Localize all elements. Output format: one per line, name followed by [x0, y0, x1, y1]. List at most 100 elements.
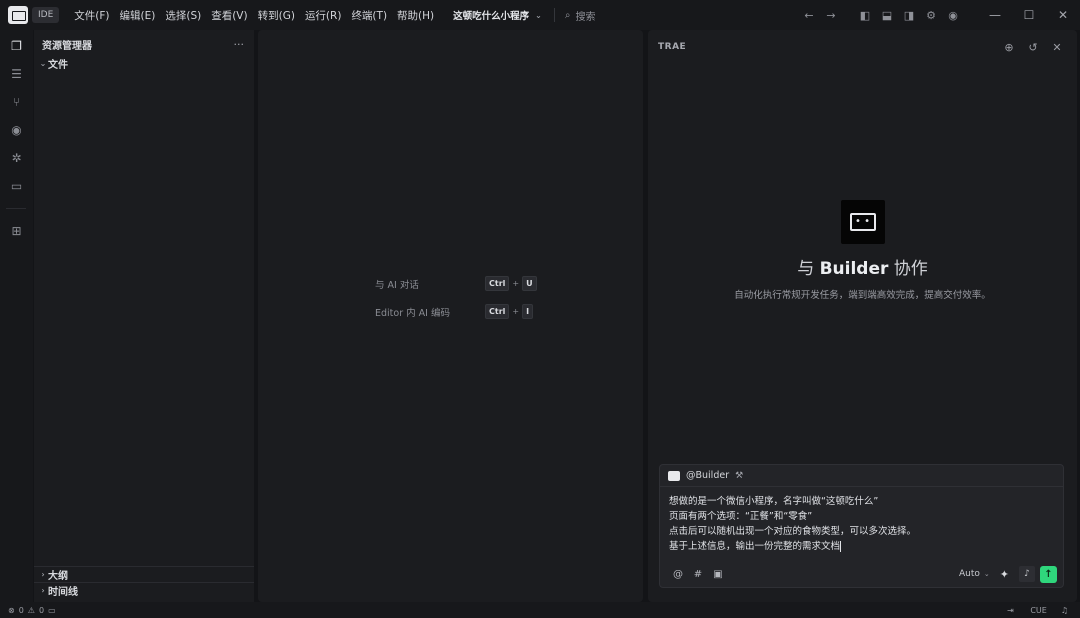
explorer-title: 资源管理器	[42, 40, 92, 52]
warning-count: 0	[38, 605, 45, 615]
folder-root[interactable]: ⌄ 文件	[34, 54, 254, 72]
text-caret	[840, 541, 842, 552]
extensions-icon[interactable]: ⊞	[0, 217, 33, 245]
folder-label: 文件	[48, 59, 68, 71]
toggle-panel-icon[interactable]: ⬓	[876, 9, 898, 22]
section-outline[interactable]: › 大纲	[34, 566, 254, 582]
toggle-sidebar-icon[interactable]: ◧	[854, 9, 876, 22]
hero-subtitle: 自动化执行常规开发任务，端到端高效完成，提高交付效率。	[734, 290, 991, 301]
hero-name: Builder	[819, 259, 889, 279]
activity-bar: ❐ ☰ ⑂ ◉ ✲ ▭ ⊞	[0, 30, 33, 602]
menu-selection[interactable]: 选择(S)	[160, 8, 206, 23]
arrow-back-icon[interactable]: ←	[798, 9, 820, 22]
key-u: U	[522, 276, 537, 291]
hero-prefix: 与	[797, 259, 815, 279]
close-icon[interactable]: ✕	[1046, 8, 1080, 22]
plus-sign: +	[512, 279, 520, 288]
menu-view[interactable]: 查看(V)	[206, 8, 252, 23]
minimize-icon[interactable]: —	[978, 8, 1012, 22]
chevron-right-icon: ›	[41, 586, 45, 595]
chat-input-toolbar: @ # ▣ Auto ⌄ ✦ ♪ ↑	[660, 561, 1065, 587]
arrow-forward-icon[interactable]: →	[820, 9, 842, 22]
project-name: 这顿吃什么小程序	[453, 11, 530, 22]
bug-icon[interactable]: ✲	[0, 144, 33, 172]
input-actions: @ # ▣	[668, 569, 728, 580]
message-line: 页面有两个选项：“正餐”和“零食”	[669, 511, 813, 522]
image-icon[interactable]: ▣	[708, 569, 728, 580]
menu-edit[interactable]: 编辑(E)	[115, 8, 161, 23]
account-icon[interactable]: ◉	[942, 9, 964, 22]
chevron-down-icon: ⌄	[39, 58, 47, 68]
section-label: 大纲	[48, 571, 68, 582]
close-icon[interactable]: ✕	[1047, 41, 1067, 54]
chat-header-actions: ⊕ ↺ ✕	[995, 41, 1067, 54]
ports-icon[interactable]: ▭	[48, 606, 56, 615]
menu-goto[interactable]: 转到(G)	[253, 8, 300, 23]
send-button[interactable]: ↑	[1040, 565, 1057, 583]
shortcut-chat: 与 AI 对话 Ctrl + U	[375, 276, 537, 291]
bell-icon[interactable]: ♫	[1061, 606, 1068, 615]
chevron-down-icon: ⌄	[535, 10, 542, 20]
source-control-icon[interactable]: ⑂	[0, 88, 33, 116]
builder-logo-icon	[840, 200, 885, 244]
maximize-icon[interactable]: ☐	[1012, 8, 1046, 22]
gear-icon[interactable]: ⚙	[920, 9, 942, 22]
chevron-right-icon: ›	[41, 570, 45, 579]
menu-terminal[interactable]: 终端(T)	[346, 8, 392, 23]
remote-monitor-icon[interactable]: ▭	[0, 172, 33, 200]
problems-indicator[interactable]: ⊗ 0 ⚠ 0 ▭	[0, 606, 60, 615]
warning-icon: ⚠	[27, 605, 35, 615]
builder-mini-icon	[668, 470, 680, 481]
new-chat-icon[interactable]: ⊕	[999, 41, 1019, 54]
divider	[6, 208, 26, 209]
files-icon[interactable]: ❐	[0, 32, 33, 60]
ide-badge[interactable]: IDE	[32, 7, 60, 23]
section-label: 时间线	[48, 587, 78, 598]
divider	[553, 8, 555, 22]
search-icon: ⌕	[564, 9, 571, 21]
more-icon[interactable]: ···	[234, 38, 245, 51]
agent-selector[interactable]: @Builder ⚒	[660, 465, 1063, 487]
shortcut-inline-ai: Editor 内 AI 编码 Ctrl + I	[375, 304, 534, 319]
message-line-last: 基于上述信息，输出一份完整的需求文档	[669, 539, 1054, 554]
explorer-bottom-sections: › 大纲 › 时间线	[34, 566, 254, 598]
history-icon[interactable]: ↺	[1023, 41, 1043, 54]
menu-bar: 文件(F) 编辑(E) 选择(S) 查看(V) 转到(G) 运行(R) 终端(T…	[69, 8, 439, 23]
section-timeline[interactable]: › 时间线	[34, 582, 254, 598]
eye-icon[interactable]: ◉	[0, 116, 33, 144]
menu-file[interactable]: 文件(F)	[69, 8, 114, 23]
message-line: 点击后可以随机出现一个对应的食物类型，可以多次选择。	[669, 526, 917, 537]
error-count: 0	[18, 605, 24, 615]
status-right: ⇥ CUE ♫	[993, 606, 1080, 615]
title-bar: IDE 文件(F) 编辑(E) 选择(S) 查看(V) 转到(G) 运行(R) …	[0, 0, 1080, 30]
tools-icon[interactable]: ⚒	[735, 471, 743, 481]
menu-run[interactable]: 运行(R)	[300, 8, 347, 23]
plus-sign: +	[512, 307, 520, 316]
cue-label: CUE	[1030, 605, 1047, 615]
chat-input-box[interactable]: @Builder ⚒ 想做的是一个微信小程序，名字叫做“这顿吃什么” 页面有两个…	[659, 464, 1064, 588]
hashtag-icon[interactable]: #	[688, 569, 708, 580]
model-mode-select[interactable]: Auto	[959, 569, 980, 579]
menu-help[interactable]: 帮助(H)	[392, 8, 439, 23]
search-list-icon[interactable]: ☰	[0, 60, 33, 88]
sparkle-icon[interactable]: ✦	[1000, 568, 1009, 581]
agent-name: @Builder	[686, 470, 730, 481]
app-logo-icon	[8, 6, 28, 24]
key-ctrl: Ctrl	[485, 276, 510, 291]
hero-title: 与 Builder 协作	[648, 254, 1077, 279]
search-box[interactable]: ⌕ 搜索	[565, 8, 596, 23]
chat-header: TRAE ⊕ ↺ ✕	[648, 30, 1077, 64]
builder-hero: 与 Builder 协作 自动化执行常规开发任务，端到端高效完成，提高交付效率。	[648, 200, 1077, 301]
titlebar-controls: ← → ◧ ⬓ ◨ ⚙ ◉ — ☐ ✕	[798, 0, 1080, 30]
key-i: I	[522, 304, 534, 319]
editor-area: 与 AI 对话 Ctrl + U Editor 内 AI 编码 Ctrl + I	[258, 30, 643, 602]
project-switcher[interactable]: 这顿吃什么小程序 ⌄	[453, 8, 542, 23]
error-icon: ⊗	[8, 605, 15, 615]
mention-icon[interactable]: @	[668, 569, 688, 580]
cue-indicator[interactable]: ⇥ CUE	[1007, 606, 1047, 615]
message-line: 基于上述信息，输出一份完整的需求文档	[669, 541, 841, 552]
microphone-icon[interactable]: ♪	[1019, 566, 1035, 582]
chat-input[interactable]: 想做的是一个微信小程序，名字叫做“这顿吃什么” 页面有两个选项：“正餐”和“零食…	[660, 487, 1063, 554]
toggle-secondary-sidebar-icon[interactable]: ◨	[898, 9, 920, 22]
hero-suffix: 协作	[893, 259, 928, 279]
